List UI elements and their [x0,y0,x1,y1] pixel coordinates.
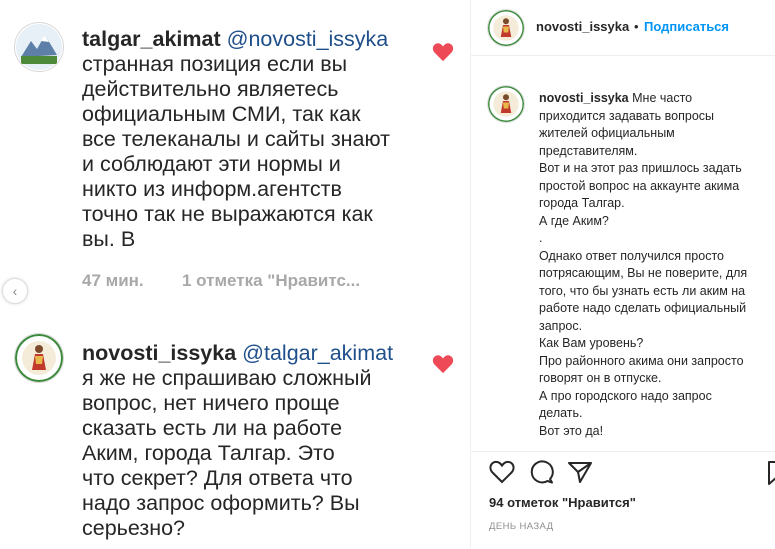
comment-likes[interactable]: 1 отметка "Нравитс... [182,271,360,291]
comment-line: надо запрос оформить? Вы [82,491,360,515]
caption-username[interactable]: novosti_issyka [539,91,629,105]
comment-line: все телеканалы и сайты знают [82,127,391,151]
caption-line: делать. [539,406,583,420]
chevron-left-icon[interactable]: ‹ [2,278,28,304]
header-username[interactable]: novosti_issyka [536,19,629,34]
comment-line: странная позиция если вы [82,52,348,76]
caption-line: простой вопрос на аккаунте акима [539,178,740,193]
comment-line: официальным СМИ, так как [82,102,361,126]
comment-line: и соблюдают эти нормы и [82,152,341,176]
comment-username[interactable]: novosti_issyka [82,341,236,365]
heart-icon[interactable] [489,460,515,484]
caption-line: А про городского надо запрос [539,388,712,403]
caption-line: Однако ответ получился просто [539,248,724,263]
comment-mention[interactable]: @talgar_akimat [242,341,393,365]
separator-dot: • [634,19,639,34]
caption-line: Про районного акима они запросто [539,353,744,368]
caption-line: Как Вам уровень? [539,336,644,350]
avatar[interactable] [487,85,525,123]
caption-line: города Талгар. [539,196,625,210]
comment-line: никто из информ.агентств [82,177,342,201]
caption-line: работе надо сделать официальный [539,301,747,315]
avatar[interactable] [14,333,64,383]
avatar[interactable] [487,9,525,47]
post-media: talgar_akimat @novosti_issyka странная п… [0,0,470,548]
avatar[interactable] [14,22,64,72]
bookmark-icon[interactable] [767,460,775,486]
caption-line: . [539,231,543,245]
post-caption: novosti_issyka Мне часто приходится зада… [539,90,774,440]
post-actions: 94 отметок "Нравится" ДЕНЬ НАЗАД [471,451,775,549]
comment-text: novosti_issyka @talgar_akimat я же не сп… [82,341,422,541]
caption-line: запрос. [539,318,583,333]
comment-line: действительно являетесь [82,77,339,101]
caption-line: Вот это да! [539,423,604,438]
comment-line: Аким, города Талгар. Это [82,441,335,465]
comment-line: вы. В [82,227,136,251]
caption-line: представителям. [539,143,638,158]
post-header: novosti_issyka • Подписаться [471,0,775,56]
comment-line: вопрос, нет ничего проще [82,391,340,415]
caption-line: того, что бы узнать есть ли аким на [539,283,746,298]
caption-line: Вот и на этот раз пришлось задать [539,161,742,175]
comment-line: сказать есть ли на работе [82,416,343,440]
comment-text: talgar_akimat @novosti_issyka странная п… [82,27,422,252]
caption-line: А где Аким? [539,213,609,228]
caption-line: Мне часто [632,91,693,105]
post-time[interactable]: ДЕНЬ НАЗАД [489,521,553,532]
comment-line: серьезно? [82,516,185,540]
comment-line: что секрет? Для ответа что [82,466,353,490]
comment-icon[interactable] [529,460,554,484]
comment-mention[interactable]: @novosti_issyka [227,27,389,51]
heart-icon[interactable] [432,42,454,62]
heart-icon[interactable] [432,354,454,374]
caption-line: потрясающим, Вы не поверите, для [539,266,748,280]
caption-line: жителей официальным [539,126,675,140]
comment-line: точно так не выражаются как [82,202,373,226]
share-icon[interactable] [567,460,593,484]
caption-line: говорят он в отпуске. [539,371,662,385]
caption-line: приходится задавать вопросы [539,108,715,123]
follow-button[interactable]: Подписаться [644,19,729,34]
comment-line: я же не спрашиваю сложный [82,366,372,390]
comment-username[interactable]: talgar_akimat [82,27,221,51]
comment-time: 47 мин. [82,271,144,290]
likes-count[interactable]: 94 отметок "Нравится" [489,495,636,510]
post-side-panel: novosti_issyka • Подписаться novosti_iss… [470,0,775,548]
